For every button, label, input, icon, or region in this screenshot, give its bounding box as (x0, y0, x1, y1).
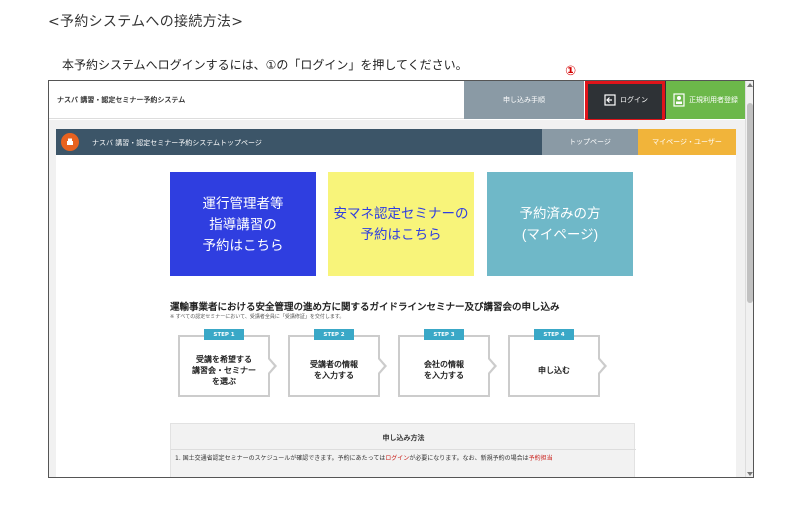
step-1: STEP 1 受講を希望する 講習会・セミナー を選ぶ (178, 329, 277, 397)
flow-button[interactable]: 申し込み手順 (464, 81, 584, 119)
register-button-label: 正規利用者登録 (689, 96, 738, 104)
step-tag: STEP 2 (314, 329, 354, 340)
step-4: STEP 4 申し込む (508, 329, 607, 397)
driving-manager-course-button[interactable]: 運行管理者等 指導講習の 予約はこちら (170, 172, 316, 276)
nav-mypage-label: マイページ・ユーザー (652, 138, 722, 146)
doc-instruction: 本予約システムへログインするには、①の「ログイン」を押してください。 (62, 58, 468, 72)
nasva-logo-icon (61, 133, 79, 151)
content-area: ナスバ 講習・認定セミナー予約システムトップページ トップページ マイページ・ユ… (49, 120, 745, 477)
main-panel: 運行管理者等 指導講習の 予約はこちら 安マネ認定セミナーの 予約はこちら 予約… (56, 155, 736, 477)
step-text: 受講を希望する 講習会・セミナー を選ぶ (192, 354, 256, 386)
method-text-before: 1. 国土交通省認定セミナーのスケジュールが確認できます。予約にあたっては (175, 455, 386, 462)
nav-title: ナスバ 講習・認定セミナー予約システムトップページ (92, 139, 262, 147)
app-header: ナスバ 講習・認定セミナー予約システム 申し込み手順 ログイン 正規利用者登録 (49, 81, 745, 122)
method-title: 申し込み方法 (382, 434, 425, 442)
doc-heading: <予約システムへの接続方法> (48, 14, 244, 30)
register-button[interactable]: 正規利用者登録 (666, 81, 745, 119)
step-3: STEP 3 会社の情報 を入力する (398, 329, 497, 397)
step-arrow-inner (378, 359, 384, 373)
user-card-icon (673, 93, 685, 107)
step-tag: STEP 4 (534, 329, 574, 340)
application-method-box: 申し込み方法 1. 国土交通省認定セミナーのスケジュールが確認できます。予約にあ… (170, 423, 636, 477)
mypage-button[interactable]: 予約済みの方 (マイページ) (487, 172, 633, 276)
step-text: 申し込む (538, 365, 570, 375)
scroll-thumb[interactable] (747, 103, 753, 303)
step-arrow-inner (488, 359, 494, 373)
step-tag: STEP 1 (204, 329, 244, 340)
callout-number: ① (565, 64, 577, 79)
method-divider (171, 449, 636, 450)
method-text: 1. 国土交通省認定セミナーのスケジュールが確認できます。予約にあたってはログイ… (175, 453, 553, 462)
method-text-middle: が必要になります。なお、新規予約の場合は (409, 455, 529, 462)
safety-seminar-button[interactable]: 安マネ認定セミナーの 予約はこちら (328, 172, 474, 276)
step-text: 受講者の情報 を入力する (310, 360, 358, 380)
nav-top-link[interactable]: トップページ (542, 129, 638, 155)
step-tag: STEP 3 (424, 329, 464, 340)
flow-button-label: 申し込み手順 (503, 96, 545, 104)
step-arrow-inner (598, 359, 604, 373)
nav-mypage-link[interactable]: マイページ・ユーザー (638, 129, 736, 155)
nav-top-label: トップページ (569, 138, 611, 146)
system-screenshot: ナスバ 講習・認定セミナー予約システム 申し込み手順 ログイン 正規利用者登録 … (48, 80, 754, 478)
nav-bar: ナスバ 講習・認定セミナー予約システムトップページ トップページ マイページ・ユ… (56, 129, 736, 155)
step-text: 会社の情報 を入力する (424, 360, 464, 380)
scrollbar[interactable] (745, 81, 753, 477)
method-login-link[interactable]: ログイン (385, 455, 409, 462)
method-contact-link[interactable]: 予約担当 (529, 455, 553, 462)
scroll-down-icon[interactable] (747, 472, 753, 476)
app-title: ナスバ 講習・認定セミナー予約システム (57, 96, 186, 104)
section-title: 運輸事業者における安全管理の進め方に関するガイドラインセミナー及び講習会の申し込… (170, 302, 560, 313)
scroll-up-icon[interactable] (747, 83, 753, 87)
login-highlight-box (585, 81, 665, 122)
step-arrow-inner (268, 359, 274, 373)
section-note: ※ すべての認定セミナーにおいて、受講者全員に「受講修証」を交付します。 (170, 314, 345, 320)
step-2: STEP 2 受講者の情報 を入力する (288, 329, 387, 397)
